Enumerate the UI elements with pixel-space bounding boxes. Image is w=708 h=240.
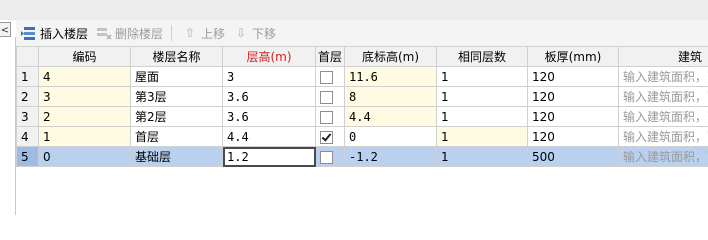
header-bottom[interactable]: 底标高(m) xyxy=(344,46,437,67)
header-code[interactable]: 编码 xyxy=(38,46,131,67)
first-floor-cell[interactable] xyxy=(315,66,345,87)
move-down-label: 下移 xyxy=(252,26,277,41)
thickness-cell[interactable]: 120 xyxy=(527,66,619,87)
area-cell[interactable]: 输入建筑面积，可 xyxy=(618,106,708,127)
height-cell[interactable]: 3.6 xyxy=(222,86,316,107)
first-floor-checkbox[interactable] xyxy=(320,70,333,84)
same-count-cell[interactable]: 1 xyxy=(436,126,528,147)
top-strip xyxy=(0,0,708,20)
thickness-cell[interactable]: 120 xyxy=(527,126,619,147)
bottom-elevation-cell[interactable]: -1.2 xyxy=(344,146,437,167)
area-cell[interactable]: 输入建筑面积，可 xyxy=(618,126,708,147)
same-count-cell[interactable]: 1 xyxy=(436,66,528,87)
height-cell-editing[interactable]: 1.2 xyxy=(222,146,316,167)
code-cell[interactable]: 0 xyxy=(38,146,131,167)
name-cell[interactable]: 第2层 xyxy=(130,106,223,127)
left-pane xyxy=(0,37,16,215)
delete-floor-icon xyxy=(96,25,112,41)
name-cell[interactable]: 基础层 xyxy=(130,146,223,167)
delete-floor-label: 删除楼层 xyxy=(115,26,164,41)
height-cell[interactable]: 3 xyxy=(222,66,316,87)
first-floor-checkbox[interactable] xyxy=(320,90,333,104)
up-arrow-icon: ⇧ xyxy=(185,26,196,40)
thickness-cell[interactable]: 120 xyxy=(527,86,619,107)
same-count-cell[interactable]: 1 xyxy=(436,86,528,107)
height-cell[interactable]: 4.4 xyxy=(222,126,316,147)
area-cell[interactable]: 输入建筑面积，可 xyxy=(618,66,708,87)
first-floor-cell[interactable] xyxy=(315,86,345,107)
header-first[interactable]: 首层 xyxy=(315,46,345,67)
move-down-button[interactable]: ⇩ 下移 xyxy=(230,23,279,43)
name-cell[interactable]: 屋面 xyxy=(130,66,223,87)
row-number[interactable]: 1 xyxy=(16,66,39,87)
bottom-elevation-cell[interactable]: 8 xyxy=(344,86,437,107)
header-same[interactable]: 相同层数 xyxy=(436,46,528,67)
bottom-elevation-cell[interactable]: 0 xyxy=(344,126,437,147)
header-name[interactable]: 楼层名称 xyxy=(130,46,223,67)
header-height[interactable]: 层高(m) xyxy=(222,46,316,67)
first-floor-cell[interactable] xyxy=(315,146,345,167)
move-up-label: 上移 xyxy=(201,26,226,41)
insert-floor-icon xyxy=(21,25,37,41)
floor-grid: 编码 楼层名称 层高(m) 首层 底标高(m) 相同层数 板厚(mm) 建筑 1… xyxy=(16,46,708,215)
same-count-cell[interactable]: 1 xyxy=(436,146,528,167)
down-arrow-icon: ⇩ xyxy=(236,26,247,40)
insert-floor-label: 插入楼层 xyxy=(40,26,89,41)
name-cell[interactable]: 第3层 xyxy=(130,86,223,107)
height-cell[interactable]: 3.6 xyxy=(222,106,316,127)
table-row[interactable]: 1 4 屋面 3 11.6 1 120 输入建筑面积，可 xyxy=(16,66,708,87)
delete-floor-button[interactable]: 删除楼层 xyxy=(93,23,166,43)
table-row[interactable]: 3 2 第2层 3.6 4.4 1 120 输入建筑面积，可 xyxy=(16,106,708,127)
first-floor-checkbox[interactable] xyxy=(320,150,333,164)
table-row[interactable]: 2 3 第3层 3.6 8 1 120 输入建筑面积，可 xyxy=(16,86,708,107)
floor-table: 编码 楼层名称 层高(m) 首层 底标高(m) 相同层数 板厚(mm) 建筑 1… xyxy=(16,46,708,167)
first-floor-cell[interactable] xyxy=(315,106,345,127)
row-number[interactable]: 2 xyxy=(16,86,39,107)
bottom-elevation-cell[interactable]: 11.6 xyxy=(344,66,437,87)
same-count-cell[interactable]: 1 xyxy=(436,106,528,127)
area-cell[interactable]: 输入建筑面积，可 xyxy=(618,86,708,107)
header-thickness[interactable]: 板厚(mm) xyxy=(527,46,619,67)
thickness-cell[interactable]: 500 xyxy=(527,146,619,167)
first-floor-cell[interactable] xyxy=(315,126,345,147)
collapse-left-icon[interactable]: < xyxy=(0,22,11,37)
area-cell[interactable]: 输入建筑面积，可 xyxy=(618,146,708,167)
bottom-elevation-cell[interactable]: 4.4 xyxy=(344,106,437,127)
code-cell[interactable]: 3 xyxy=(38,86,131,107)
table-row-selected[interactable]: 5 0 基础层 1.2 -1.2 1 500 输入建筑面积，可 xyxy=(16,146,708,167)
move-up-button[interactable]: ⇧ 上移 xyxy=(179,23,228,43)
first-floor-checkbox[interactable] xyxy=(320,110,333,124)
header-row: 编码 楼层名称 层高(m) 首层 底标高(m) 相同层数 板厚(mm) 建筑 xyxy=(16,46,708,67)
thickness-cell[interactable]: 120 xyxy=(527,106,619,127)
header-rownum xyxy=(16,46,39,67)
table-row[interactable]: 4 1 首层 4.4 0 1 120 输入建筑面积，可 xyxy=(16,126,708,147)
name-cell[interactable]: 首层 xyxy=(130,126,223,147)
code-cell[interactable]: 4 xyxy=(38,66,131,87)
insert-floor-button[interactable]: 插入楼层 xyxy=(18,23,91,43)
toolbar-separator xyxy=(171,25,173,41)
row-number[interactable]: 4 xyxy=(16,126,39,147)
row-number[interactable]: 3 xyxy=(16,106,39,127)
floor-toolbar: 插入楼层 删除楼层 ⇧ 上移 ⇩ 下移 xyxy=(16,20,708,46)
first-floor-checkbox[interactable] xyxy=(320,130,333,144)
header-area[interactable]: 建筑 xyxy=(618,46,708,67)
code-cell[interactable]: 2 xyxy=(38,106,131,127)
row-number[interactable]: 5 xyxy=(16,146,39,167)
code-cell[interactable]: 1 xyxy=(38,126,131,147)
